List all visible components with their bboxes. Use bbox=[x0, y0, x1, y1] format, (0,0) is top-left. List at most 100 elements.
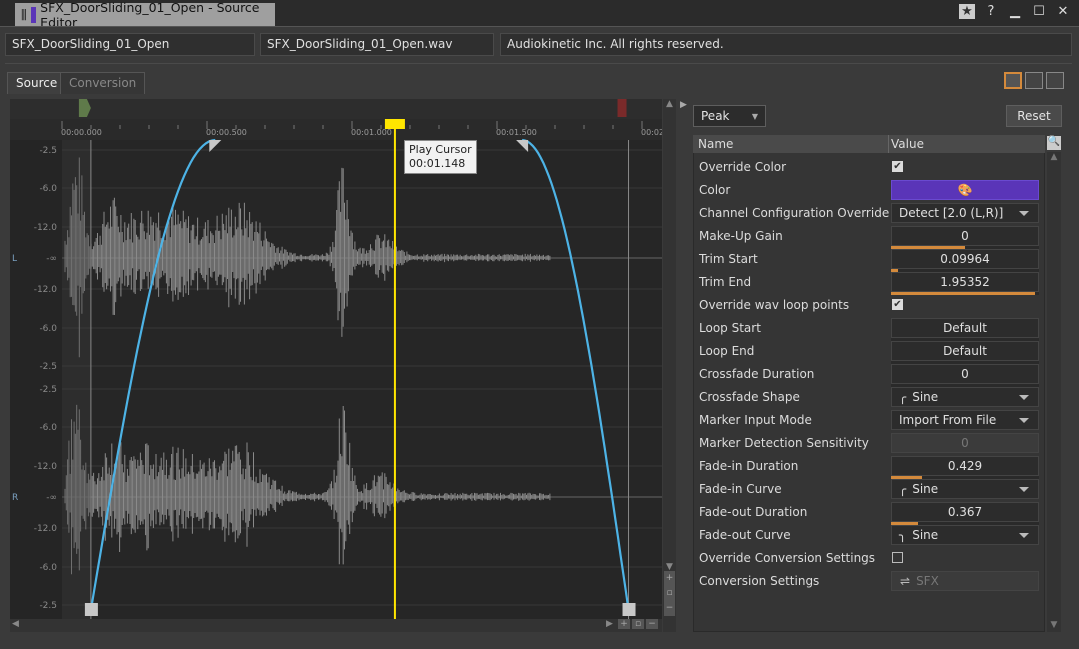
property-number-input[interactable]: 1.95352 bbox=[891, 272, 1039, 292]
scroll-left-icon[interactable]: ◀ bbox=[12, 619, 19, 629]
property-name: Marker Input Mode bbox=[699, 413, 812, 427]
property-dropdown[interactable]: ╭ Sine bbox=[891, 387, 1039, 407]
property-row: Trim Start 0.09964 bbox=[699, 249, 1039, 272]
scroll-up-icon[interactable]: ▲ bbox=[1047, 152, 1061, 162]
zoom-in-horizontal-icon[interactable]: + bbox=[618, 619, 630, 629]
play-cursor-tooltip: Play Cursor 00:01.148 bbox=[404, 140, 477, 174]
tab-source[interactable]: Source bbox=[7, 72, 67, 94]
db-label: -2.5 bbox=[39, 362, 57, 372]
zoom-out-vertical-icon[interactable]: − bbox=[664, 601, 675, 616]
property-number-input[interactable]: 0 bbox=[891, 364, 1039, 384]
db-label: -12.0 bbox=[34, 285, 58, 295]
help-icon[interactable]: ? bbox=[983, 4, 999, 19]
close-icon[interactable]: ✕ bbox=[1055, 4, 1071, 19]
chevron-down-icon: ▼ bbox=[751, 111, 758, 121]
column-name[interactable]: Name bbox=[698, 137, 733, 151]
trim-handle bbox=[622, 603, 636, 616]
zoom-out-horizontal-icon[interactable]: − bbox=[646, 619, 658, 629]
waveform-view[interactable]: 00:00.000 00:00.500 00:01.000 00:01.500 00:0… bbox=[10, 99, 759, 619]
db-label: -2.5 bbox=[39, 385, 57, 395]
layout-single-icon[interactable] bbox=[1004, 72, 1022, 89]
collapse-panel-icon[interactable]: ▶ bbox=[680, 100, 687, 110]
property-name: Trim Start bbox=[699, 252, 758, 266]
waveform-svg[interactable]: 00:00.000 00:00.500 00:01.000 00:01.500 00:0… bbox=[10, 99, 759, 619]
time-tick-label: 00:02 bbox=[641, 128, 662, 137]
grid-scrollbar[interactable]: ▲ ▼ bbox=[1047, 152, 1061, 632]
vertical-scrollbar[interactable]: ▲ ▼ + ▫ − bbox=[663, 99, 676, 632]
property-row: Loop End Default bbox=[699, 341, 1039, 364]
wave-area bbox=[62, 140, 662, 619]
property-row: Fade-out Curve ╮ Sine bbox=[699, 525, 1039, 548]
zoom-in-vertical-icon[interactable]: + bbox=[664, 571, 675, 586]
db-label: -6.0 bbox=[39, 563, 57, 573]
property-name: Override Color bbox=[699, 160, 787, 174]
property-row: Color 🎨 bbox=[699, 180, 1039, 203]
property-number-input[interactable]: 0.367 bbox=[891, 502, 1039, 522]
time-tick-label: 00:00.500 bbox=[206, 128, 247, 137]
property-row: Override Color ✔ bbox=[699, 157, 1039, 180]
tooltip-time: 00:01.148 bbox=[409, 157, 466, 170]
checkbox[interactable] bbox=[892, 552, 903, 563]
property-name: Override wav loop points bbox=[699, 298, 850, 312]
property-name: Crossfade Duration bbox=[699, 367, 815, 381]
property-name: Fade-in Duration bbox=[699, 459, 799, 473]
curve-in-icon: ╭ bbox=[899, 390, 907, 404]
property-row: Loop Start Default bbox=[699, 318, 1039, 341]
db-label: -6.0 bbox=[39, 184, 57, 194]
color-picker[interactable]: 🎨 bbox=[891, 180, 1039, 200]
file-name-field[interactable]: SFX_DoorSliding_01_Open.wav bbox=[260, 33, 494, 56]
dropdown-value: Detect [2.0 (L,R)] bbox=[899, 206, 1004, 220]
property-name: Conversion Settings bbox=[699, 574, 820, 588]
copyright-field[interactable]: Audiokinetic Inc. All rights reserved. bbox=[500, 33, 1072, 56]
minimize-icon[interactable]: ▁ bbox=[1007, 4, 1023, 19]
search-icon[interactable]: 🔍 bbox=[1047, 136, 1061, 150]
zoom-fit-vertical-icon[interactable]: ▫ bbox=[664, 586, 675, 601]
property-number-input[interactable]: 0.429 bbox=[891, 456, 1039, 476]
property-dropdown[interactable]: ╮ Sine bbox=[891, 525, 1039, 545]
maximize-icon[interactable]: ☐ bbox=[1031, 4, 1047, 19]
property-dropdown[interactable]: ╭ Sine bbox=[891, 479, 1039, 499]
scroll-right-icon[interactable]: ▶ bbox=[606, 619, 613, 629]
property-row: Channel Configuration Override Detect [2.… bbox=[699, 203, 1039, 226]
grid-header: Name Value bbox=[693, 135, 1045, 153]
property-number-input[interactable]: 0 bbox=[891, 226, 1039, 246]
object-name-field[interactable]: SFX_DoorSliding_01_Open bbox=[5, 33, 255, 56]
property-dropdown[interactable]: Import From File bbox=[891, 410, 1039, 430]
property-number-input: 0 bbox=[891, 433, 1039, 453]
property-row: Fade-in Curve ╭ Sine bbox=[699, 479, 1039, 502]
checkbox[interactable]: ✔ bbox=[892, 161, 903, 172]
layout-horizontal-icon[interactable] bbox=[1025, 72, 1043, 89]
zoom-fit-horizontal-icon[interactable]: ▫ bbox=[632, 619, 644, 629]
horizontal-scrollbar[interactable]: ◀ ▶ + ▫ − bbox=[10, 619, 662, 632]
property-name: Loop Start bbox=[699, 321, 761, 335]
layout-vertical-icon[interactable] bbox=[1046, 72, 1064, 89]
dropdown-value: Sine bbox=[912, 482, 939, 496]
property-number-input[interactable]: 0.09964 bbox=[891, 249, 1039, 269]
reset-button[interactable]: Reset bbox=[1006, 105, 1062, 127]
property-row: Trim End 1.95352 bbox=[699, 272, 1039, 295]
column-value[interactable]: Value bbox=[891, 137, 924, 151]
property-number-input[interactable]: Default bbox=[891, 318, 1039, 338]
tab-conversion[interactable]: Conversion bbox=[60, 72, 146, 94]
property-name: Trim End bbox=[699, 275, 752, 289]
trim-handle bbox=[84, 603, 98, 616]
waveform-icon: ⫼ bbox=[21, 6, 27, 22]
marker-lane bbox=[10, 99, 662, 119]
property-row: Conversion Settings ⇌ SFX bbox=[699, 571, 1039, 594]
checkbox[interactable]: ✔ bbox=[892, 299, 903, 310]
editor-tab[interactable]: ⫼ SFX_DoorSliding_01_Open - Source Edito… bbox=[15, 0, 275, 30]
property-number-input[interactable]: Default bbox=[891, 341, 1039, 361]
channel-label: R bbox=[12, 493, 18, 503]
trimmed-region bbox=[62, 140, 91, 619]
scroll-up-icon[interactable]: ▲ bbox=[663, 99, 676, 109]
time-tick-label: 00:00.000 bbox=[61, 128, 102, 137]
pin-icon[interactable]: ★ bbox=[959, 4, 975, 19]
channel-label: L bbox=[12, 254, 17, 264]
time-ruler bbox=[10, 119, 662, 140]
property-name: Fade-out Duration bbox=[699, 505, 808, 519]
property-dropdown[interactable]: Detect [2.0 (L,R)] bbox=[891, 203, 1039, 223]
property-row: Override wav loop points ✔ bbox=[699, 295, 1039, 318]
scroll-down-icon[interactable]: ▼ bbox=[1047, 620, 1061, 630]
view-mode-dropdown[interactable]: Peak ▼ bbox=[693, 105, 766, 127]
property-row: Marker Detection Sensitivity 0 bbox=[699, 433, 1039, 456]
